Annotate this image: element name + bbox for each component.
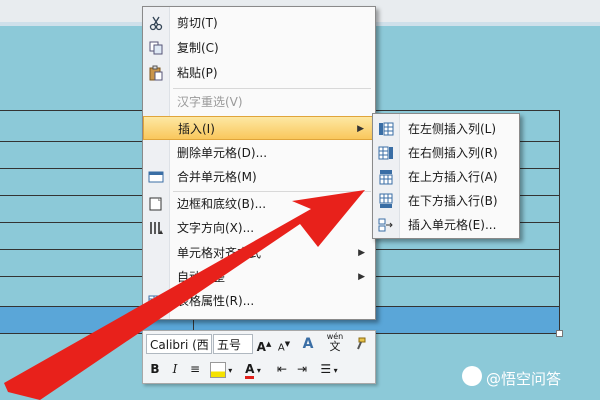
font-color-label: A bbox=[245, 362, 255, 379]
styles-label: A bbox=[302, 336, 314, 352]
menu-item-borders-shading[interactable]: 边框和底纹(B)... bbox=[143, 192, 375, 216]
menu-item-label: 粘贴(P) bbox=[177, 66, 218, 80]
submenu-item-insert-column-right[interactable]: 在右侧插入列(R) bbox=[373, 141, 519, 165]
font-name-value: Calibri (西 bbox=[150, 338, 209, 352]
insert-row-below-icon bbox=[378, 193, 394, 209]
font-name-dropdown[interactable]: Calibri (西 bbox=[146, 334, 212, 354]
watermark-text: @悟空问答 bbox=[486, 370, 562, 388]
menu-item-label: 复制(C) bbox=[177, 41, 219, 55]
menu-item-hanzi-reselect: 汉字重选(V) bbox=[143, 90, 375, 114]
shrink-font-button[interactable]: A▼ bbox=[275, 334, 293, 354]
menu-item-label: 删除单元格(D)... bbox=[177, 146, 268, 160]
menu-item-label: 单元格对齐方式 bbox=[177, 246, 262, 260]
font-color-button[interactable]: A ▾ bbox=[239, 359, 267, 379]
submenu-arrow-icon: ▶ bbox=[358, 248, 365, 258]
insert-cells-icon bbox=[378, 217, 394, 233]
menu-item-merge-cells[interactable]: 合并单元格(M) bbox=[143, 165, 375, 189]
menu-item-autofit[interactable]: 自动调整 ▶ bbox=[143, 265, 375, 289]
borders-icon bbox=[148, 196, 164, 212]
context-menu: 剪切(T) 复制(C) 粘贴(P) 汉字重选(V) 插入(I) ▶ 删除单元格(… bbox=[142, 6, 376, 320]
submenu-item-insert-row-above[interactable]: 在上方插入行(A) bbox=[373, 165, 519, 189]
copy-icon bbox=[148, 40, 164, 56]
decrease-indent-button[interactable]: ⇤ bbox=[273, 359, 291, 379]
increase-indent-icon: ⇥ bbox=[296, 362, 308, 376]
wukong-logo-icon bbox=[462, 366, 482, 386]
submenu-item-insert-column-left[interactable]: 在左侧插入列(L) bbox=[373, 117, 519, 141]
italic-button[interactable]: I bbox=[167, 359, 183, 379]
submenu-item-label: 在下方插入行(B) bbox=[408, 194, 498, 208]
highlighter-icon bbox=[209, 361, 226, 378]
table-resize-handle[interactable] bbox=[556, 330, 563, 337]
bullet-list-icon: ☰ bbox=[320, 362, 332, 376]
grow-font-label: A bbox=[256, 340, 266, 354]
menu-item-label: 文字方向(X)... bbox=[177, 221, 255, 235]
merge-cells-icon bbox=[148, 169, 164, 185]
menu-item-text-direction[interactable]: 文字方向(X)... bbox=[143, 216, 375, 240]
bullets-button[interactable]: ☰ ▾ bbox=[315, 359, 343, 379]
styles-button[interactable]: A bbox=[297, 334, 319, 354]
submenu-item-insert-cells[interactable]: 插入单元格(E)... bbox=[373, 213, 519, 237]
decrease-indent-icon: ⇤ bbox=[276, 362, 288, 376]
submenu-item-label: 在右侧插入列(R) bbox=[408, 146, 498, 160]
submenu-item-label: 插入单元格(E)... bbox=[408, 218, 497, 232]
menu-item-label: 边框和底纹(B)... bbox=[177, 197, 267, 211]
insert-column-right-icon bbox=[378, 145, 394, 161]
paste-icon bbox=[148, 65, 164, 81]
menu-item-insert[interactable]: 插入(I) ▶ bbox=[143, 116, 375, 140]
menu-item-cut[interactable]: 剪切(T) bbox=[143, 11, 375, 35]
submenu-arrow-icon: ▶ bbox=[358, 272, 365, 282]
align-center-icon: ≡ bbox=[189, 362, 201, 376]
submenu-arrow-icon: ▶ bbox=[357, 124, 364, 134]
menu-item-label: 插入(I) bbox=[178, 122, 215, 136]
menu-item-label: 汉字重选(V) bbox=[177, 95, 243, 109]
italic-label: I bbox=[172, 362, 178, 376]
menu-item-paste[interactable]: 粘贴(P) bbox=[143, 61, 375, 85]
menu-item-cell-alignment[interactable]: 单元格对齐方式 ▶ bbox=[143, 241, 375, 265]
menu-item-table-properties[interactable]: 表格属性(R)... bbox=[143, 289, 375, 313]
paintbrush-icon bbox=[353, 337, 367, 354]
menu-item-label: 剪切(T) bbox=[177, 16, 218, 30]
submenu-item-label: 在左侧插入列(L) bbox=[408, 122, 497, 136]
bold-label: B bbox=[150, 362, 160, 376]
highlight-color-button[interactable]: ▾ bbox=[207, 359, 235, 379]
mini-format-toolbar: Calibri (西 五号 A▲ A▼ A wén 文 B I ≡ ▾ A ▾ ⇤… bbox=[142, 330, 376, 384]
submenu-item-label: 在上方插入行(A) bbox=[408, 170, 498, 184]
bold-button[interactable]: B bbox=[147, 359, 163, 379]
center-align-button[interactable]: ≡ bbox=[187, 359, 203, 379]
submenu-item-insert-row-below[interactable]: 在下方插入行(B) bbox=[373, 189, 519, 213]
menu-item-delete-cells[interactable]: 删除单元格(D)... bbox=[143, 141, 375, 165]
menu-item-label: 表格属性(R)... bbox=[177, 294, 255, 308]
insert-column-left-icon bbox=[378, 121, 394, 137]
menu-item-label: 合并单元格(M) bbox=[177, 170, 257, 184]
grow-font-button[interactable]: A▲ bbox=[255, 334, 273, 354]
menu-separator bbox=[173, 88, 371, 89]
table-right-border bbox=[559, 111, 560, 333]
font-size-value: 五号 bbox=[217, 338, 242, 352]
text-direction-icon bbox=[148, 220, 164, 236]
table-properties-icon bbox=[148, 293, 164, 309]
shrink-font-label: A bbox=[277, 342, 285, 354]
increase-indent-button[interactable]: ⇥ bbox=[293, 359, 311, 379]
font-size-dropdown[interactable]: 五号 bbox=[213, 334, 253, 354]
menu-item-label: 自动调整 bbox=[177, 270, 226, 284]
scissors-icon bbox=[148, 15, 164, 31]
menu-item-copy[interactable]: 复制(C) bbox=[143, 36, 375, 60]
insert-row-above-icon bbox=[378, 169, 394, 185]
format-painter-button[interactable] bbox=[351, 334, 369, 354]
insert-submenu: 在左侧插入列(L) 在右侧插入列(R) 在上方插入行(A) 在下方插入行(B) … bbox=[372, 113, 520, 239]
phonetic-guide-button[interactable]: wén 文 bbox=[323, 332, 347, 352]
